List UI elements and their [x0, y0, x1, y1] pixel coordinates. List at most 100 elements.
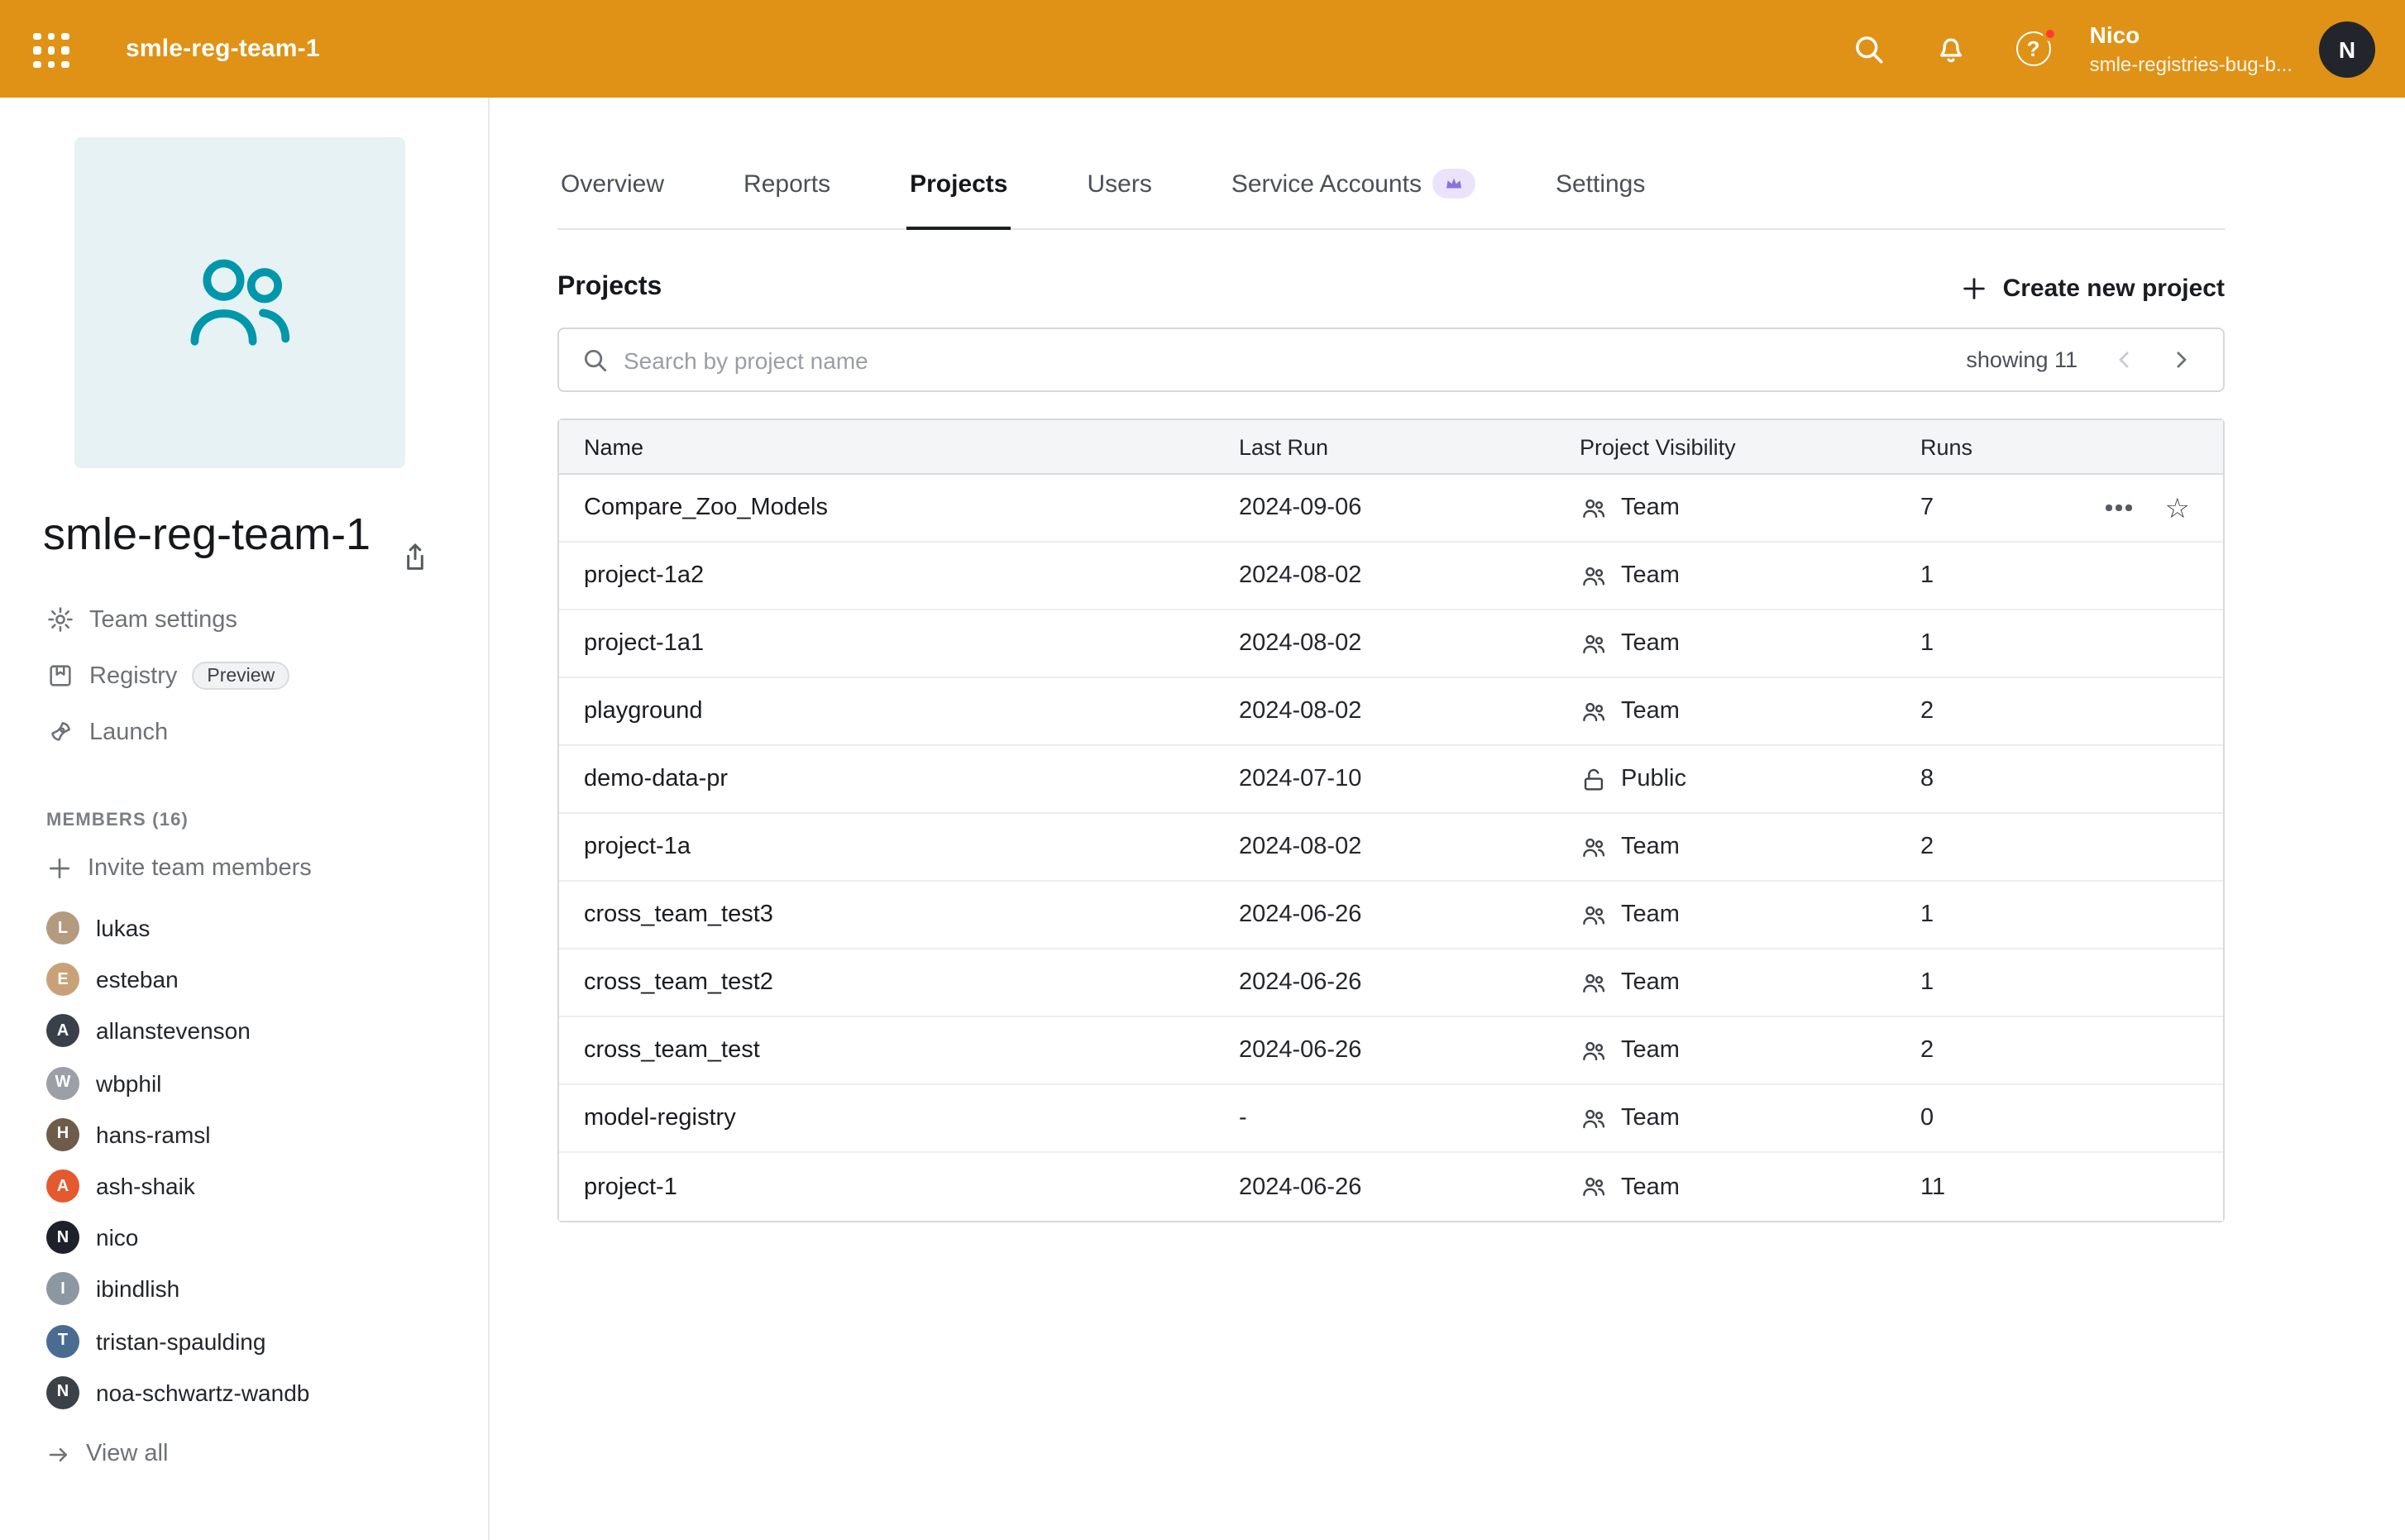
search-icon[interactable]: [1848, 29, 1888, 69]
invite-team-members-button[interactable]: Invite team members: [46, 846, 488, 889]
project-visibility: Team: [1580, 901, 1920, 929]
table-row[interactable]: cross_team_test3 2024-06-26 Team 1 ☆: [559, 882, 2223, 949]
table-row[interactable]: project-1a 2024-08-02 Team 2 ☆: [559, 814, 2223, 882]
project-name[interactable]: cross_team_test: [559, 1037, 1239, 1064]
member-avatar: A: [46, 1015, 79, 1048]
project-runs: 7: [1920, 495, 2064, 521]
member-avatar: W: [46, 1066, 79, 1099]
notifications-bell-icon[interactable]: [1931, 29, 1971, 69]
overflow-menu-icon[interactable]: [2106, 505, 2132, 511]
sidebar-item-label: Launch: [89, 719, 168, 745]
member-row[interactable]: L lukas: [46, 902, 488, 954]
tab-reports[interactable]: Reports: [740, 154, 834, 230]
team-icon: [1580, 562, 1608, 590]
share-icon[interactable]: [399, 541, 432, 574]
member-row[interactable]: E esteban: [46, 954, 488, 1005]
create-new-project-button[interactable]: Create new project: [1960, 274, 2225, 302]
member-name: hans-ramsl: [96, 1122, 211, 1148]
arrow-right-icon: [46, 1442, 71, 1467]
project-name[interactable]: demo-data-pr: [559, 766, 1239, 792]
members-header: MEMBERS (16): [46, 810, 488, 830]
table-row[interactable]: cross_team_test2 2024-06-26 Team 1 ☆: [559, 949, 2223, 1017]
project-runs: 0: [1920, 1105, 2223, 1131]
table-row[interactable]: playground 2024-08-02 Team 2 ☆: [559, 678, 2223, 746]
search-input[interactable]: [624, 347, 1966, 373]
sidebar-item-launch[interactable]: Launch: [46, 704, 488, 760]
tab-service-accounts[interactable]: Service Accounts: [1228, 152, 1480, 230]
member-row[interactable]: A ash-shaik: [46, 1160, 488, 1212]
team-avatar: [74, 137, 405, 468]
team-icon: [1580, 1104, 1608, 1132]
user-avatar[interactable]: N: [2319, 21, 2375, 77]
page-title: Projects: [557, 273, 662, 303]
page: smle-reg-team-1 ? Nico smle-registries-b…: [0, 0, 2405, 1540]
member-name: noa-schwartz-wandb: [96, 1380, 309, 1406]
project-name[interactable]: model-registry: [559, 1105, 1239, 1131]
page-prev-icon[interactable]: [2107, 343, 2140, 376]
member-row[interactable]: A allanstevenson: [46, 1006, 488, 1057]
project-name[interactable]: cross_team_test3: [559, 902, 1239, 928]
project-name[interactable]: Compare_Zoo_Models: [559, 495, 1239, 521]
page-next-icon[interactable]: [2164, 343, 2197, 376]
member-row[interactable]: H hans-ramsl: [46, 1109, 488, 1160]
apps-menu-icon[interactable]: [30, 29, 69, 69]
team-icon: [1580, 697, 1608, 725]
star-icon[interactable]: ☆: [2165, 494, 2191, 522]
showing-count: showing 11: [1966, 347, 2077, 372]
table-row[interactable]: model-registry - Team 0 ☆: [559, 1085, 2223, 1153]
member-name: wbphil: [96, 1069, 161, 1096]
project-visibility: Team: [1580, 697, 1920, 725]
tab-settings[interactable]: Settings: [1552, 154, 1648, 230]
registry-icon: [46, 662, 74, 690]
table-row[interactable]: Compare_Zoo_Models 2024-09-06 Team 7 ☆: [559, 475, 2223, 543]
crown-badge-icon: [1433, 169, 1476, 198]
topbar-team-name[interactable]: smle-reg-team-1: [126, 35, 320, 63]
project-name[interactable]: cross_team_test2: [559, 969, 1239, 996]
table-row[interactable]: demo-data-pr 2024-07-10 Public 8 ☆: [559, 746, 2223, 814]
sidebar: smle-reg-team-1 Team settings: [0, 98, 490, 1540]
project-last-run: -: [1239, 1105, 1580, 1131]
invite-label: Invite team members: [88, 854, 312, 881]
member-avatar: A: [46, 1169, 79, 1203]
table-row[interactable]: project-1 2024-06-26 Team 11 ☆: [559, 1153, 2223, 1221]
member-row[interactable]: N nico: [46, 1212, 488, 1263]
project-name[interactable]: project-1a: [559, 834, 1239, 860]
view-all-button[interactable]: View all: [46, 1432, 488, 1478]
member-avatar: T: [46, 1324, 79, 1357]
member-row[interactable]: N noa-schwartz-wandb: [46, 1366, 488, 1418]
project-name[interactable]: playground: [559, 698, 1239, 725]
sidebar-item-registry[interactable]: Registry Preview: [46, 648, 488, 704]
project-last-run: 2024-08-02: [1239, 630, 1580, 657]
public-lock-open-icon: [1580, 765, 1608, 793]
member-row[interactable]: I ibindlish: [46, 1264, 488, 1315]
project-last-run: 2024-08-02: [1239, 698, 1580, 725]
member-name: tristan-spaulding: [96, 1327, 265, 1354]
col-header-runs: Runs: [1920, 434, 2064, 459]
row-actions: ☆: [2064, 494, 2223, 522]
user-block[interactable]: Nico smle-registries-bug-b...: [2090, 20, 2293, 78]
member-name: esteban: [96, 967, 179, 993]
tab-users[interactable]: Users: [1084, 154, 1155, 230]
project-visibility: Team: [1580, 629, 1920, 658]
sidebar-item-team-settings[interactable]: Team settings: [46, 591, 488, 648]
member-row[interactable]: W wbphil: [46, 1057, 488, 1108]
member-avatar: L: [46, 911, 79, 945]
member-name: ibindlish: [96, 1276, 179, 1303]
main-content: Overview Reports Projects Users Service …: [490, 98, 2405, 1540]
table-row[interactable]: project-1a2 2024-08-02 Team 1 ☆: [559, 543, 2223, 610]
table-row[interactable]: cross_team_test 2024-06-26 Team 2 ☆: [559, 1017, 2223, 1085]
project-visibility: Team: [1580, 833, 1920, 861]
sidebar-item-label: Team settings: [89, 606, 237, 633]
team-icon: [1580, 833, 1608, 861]
project-last-run: 2024-09-06: [1239, 495, 1580, 521]
tab-projects[interactable]: Projects: [906, 154, 1011, 230]
tab-overview[interactable]: Overview: [557, 154, 667, 230]
project-name[interactable]: project-1a2: [559, 562, 1239, 589]
members-list: L lukas E esteban A allanstevenson W wbp…: [46, 902, 488, 1418]
project-name[interactable]: project-1a1: [559, 630, 1239, 657]
member-row[interactable]: T tristan-spaulding: [46, 1315, 488, 1366]
help-icon[interactable]: ?: [2014, 29, 2054, 69]
member-name: allanstevenson: [96, 1018, 251, 1045]
project-name[interactable]: project-1: [559, 1174, 1239, 1200]
table-row[interactable]: project-1a1 2024-08-02 Team 1 ☆: [559, 610, 2223, 678]
